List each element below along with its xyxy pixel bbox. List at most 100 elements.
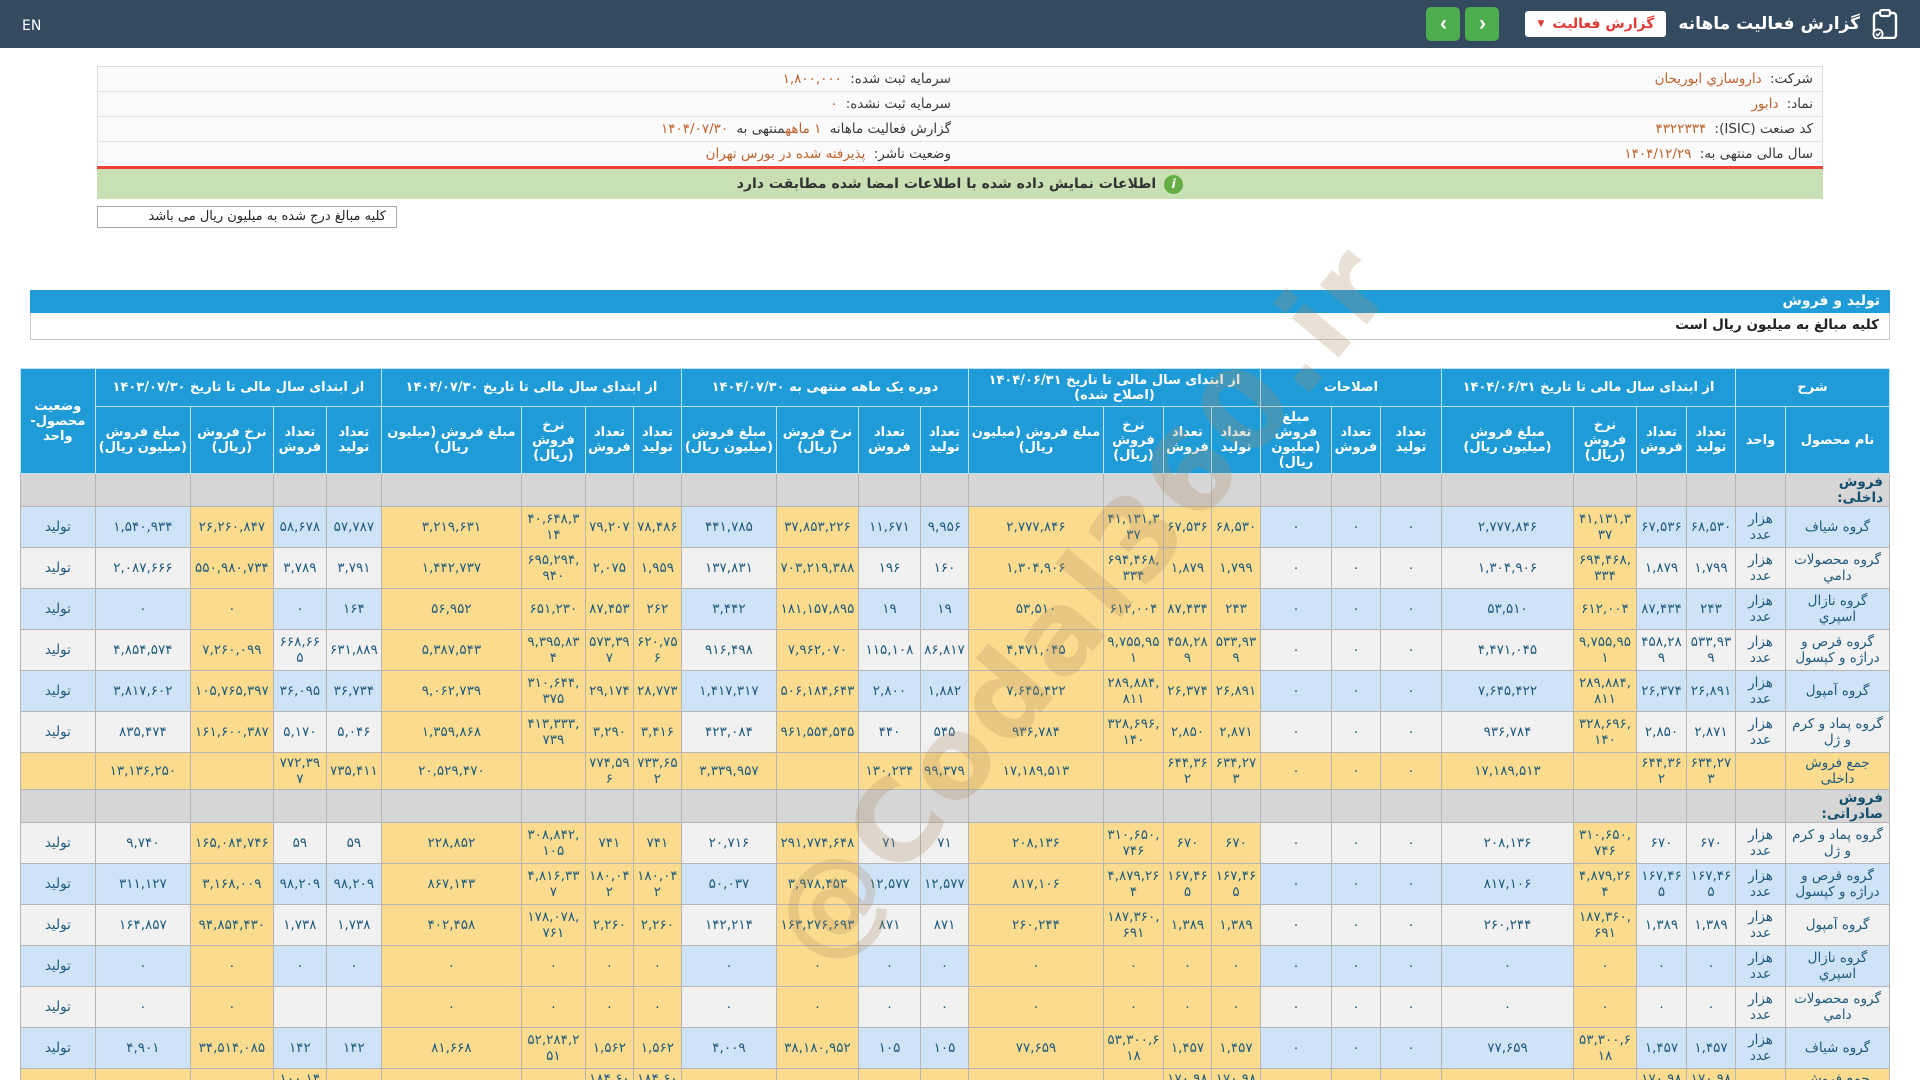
value-cell: ۱۷۰,۹۸۱	[1210, 1068, 1261, 1080]
product-name-cell: جمع فروش داخلی	[1785, 752, 1890, 790]
value-cell: ۳,۷۹۱	[325, 547, 382, 589]
status-cell: تولید	[19, 986, 96, 1028]
value-cell: ۸۱,۶۶۸	[380, 1027, 522, 1069]
value-cell: ۹۳۶,۷۸۴	[1440, 711, 1575, 753]
col-ytd-1404-07-30-m: مبلغ فروش (میلیون ریال)	[380, 406, 522, 474]
value-cell: ۰	[1102, 986, 1164, 1028]
value-cell: ۰	[1330, 752, 1381, 790]
value-cell: ۱,۷۹۹	[1686, 547, 1736, 589]
report-period-date: ۱۴۰۴/۰۷/۳۰	[661, 121, 729, 137]
listing-status-value: پذیرفته شده در بورس تهران	[705, 146, 866, 162]
section-cell	[1573, 789, 1637, 823]
value-cell: ۶۱۲,۰۰۴	[1102, 588, 1164, 630]
prev-report-button[interactable]: ‹	[1465, 7, 1500, 41]
status-cell	[19, 1068, 96, 1080]
product-row: گروه نازال اسپري هزار عدد ۲۴۳ ۸۷,۴۳۴ ۶۱۲,۰۰۴…	[19, 588, 1890, 630]
next-report-button[interactable]: ›	[1426, 7, 1461, 41]
value-cell: ۴,۸۷۹,۲۶۴	[1573, 863, 1637, 905]
section-cell	[632, 473, 682, 507]
value-cell: ۳۱۰,۶۵۰,۷۴۶	[1573, 822, 1637, 864]
value-cell: ۲,۸۷۱	[1210, 711, 1261, 753]
value-cell: ۵۳,۵۱۰	[1440, 588, 1575, 630]
section-cell	[380, 473, 522, 507]
value-cell: ۱,۳۸۹	[1210, 904, 1261, 946]
value-cell: ۸۷,۴۳۴	[1162, 588, 1212, 630]
value-cell: ۸۱۷,۱۰۶	[967, 863, 1104, 905]
unit-cell: هزار عدد	[1735, 547, 1786, 589]
company-value[interactable]: داروسازي ابوريحان	[1655, 71, 1766, 87]
value-cell: ۳,۹۷۸,۴۵۳	[775, 863, 859, 905]
value-cell: ۱۶۰	[919, 547, 969, 589]
value-cell: ۰	[1210, 986, 1261, 1028]
value-cell: ۰	[919, 945, 969, 987]
value-cell: ۲۸۹,۸۸۴,۸۱۱	[1573, 670, 1637, 712]
value-cell: ۰	[1379, 629, 1442, 671]
value-cell: ۵۹	[325, 822, 382, 864]
value-cell: ۰	[1379, 1027, 1442, 1069]
value-cell: ۲۲۸,۸۵۲	[380, 822, 522, 864]
status-cell: تولید	[19, 904, 96, 946]
value-cell	[272, 986, 327, 1028]
report-clipboard-icon	[1872, 8, 1898, 40]
product-name-cell: گروه آمپول	[1785, 904, 1890, 946]
value-cell: ۰	[584, 986, 634, 1028]
value-cell: ۰	[189, 945, 274, 987]
value-cell: ۴۴۱,۷۸۵	[680, 506, 777, 548]
fiscal-year-cell: سال مالی منتهی به: ۱۴۰۴/۱۲/۲۹	[960, 141, 1823, 168]
value-cell: ۴,۸۱۶,۳۳۷	[520, 863, 586, 905]
value-cell: ۲,۷۷۷,۸۴۶	[967, 506, 1104, 548]
value-cell: ۰	[520, 945, 586, 987]
value-cell: ۰	[1440, 986, 1575, 1028]
value-cell: ۵۳,۳۰۰,۶۱۸	[1102, 1027, 1164, 1069]
section-cell	[1636, 473, 1687, 507]
value-cell: ۱,۴۵۷	[1686, 1027, 1736, 1069]
value-cell: ۲,۸۷۱	[1686, 711, 1736, 753]
value-cell: ۰	[1379, 945, 1442, 987]
value-cell: ۶۷۰	[1686, 822, 1736, 864]
value-cell: ۰	[1259, 1068, 1332, 1080]
value-cell: ۰	[1210, 945, 1261, 987]
value-cell: ۷۷,۶۵۹	[967, 1027, 1104, 1069]
section-label: فروش داخلی:	[1785, 473, 1890, 507]
section-cell	[94, 789, 191, 823]
value-cell: ۰	[380, 945, 522, 987]
col-ytd-1404-07-30-t: تعداد تولید	[632, 406, 682, 474]
unit-cell: هزار عدد	[1735, 506, 1786, 548]
value-cell: ۰	[857, 986, 921, 1028]
value-cell: ۸۷۱	[919, 904, 969, 946]
product-name-cell: گروه پماد و کرم و ژل	[1785, 711, 1890, 753]
language-toggle[interactable]: EN	[22, 18, 41, 34]
value-cell: ۰	[1259, 506, 1332, 548]
value-cell: ۶۷,۵۳۶	[1636, 506, 1687, 548]
value-cell: ۲۶,۸۹۱	[1686, 670, 1736, 712]
value-cell: ۱۳,۱۳۶,۲۵۰	[94, 752, 191, 790]
info-row: شرکت: داروسازي ابوريحان سرمایه ثبت شده: …	[98, 67, 1823, 92]
value-cell: ۷۳۵,۴۱۱	[325, 752, 382, 790]
report-type-dropdown[interactable]: گزارش فعالیت ▼	[1525, 11, 1667, 37]
value-cell: ۳,۱۶۸,۰۰۹	[189, 863, 274, 905]
value-cell	[325, 986, 382, 1028]
section-cell	[380, 789, 522, 823]
ticker-value[interactable]: دابور	[1751, 96, 1782, 112]
value-cell: ۴۰,۶۴۸,۳۱۴	[520, 506, 586, 548]
status-cell: تولید	[19, 711, 96, 753]
value-cell: ۰	[680, 945, 777, 987]
value-cell: ۱۶۷,۴۶۵	[1686, 863, 1736, 905]
value-cell: ۰	[1259, 986, 1332, 1028]
value-cell: ۰	[1379, 904, 1442, 946]
value-cell: ۵۳,۵۱۰	[967, 588, 1104, 630]
product-row: گروه شیاف هزار عدد ۶۸,۵۳۰ ۶۷,۵۳۶ ۴۱,۱۳۱,۳۳۷ ۲…	[19, 506, 1890, 548]
value-cell: ۱۱,۶۷۱	[857, 506, 921, 548]
value-cell: ۰	[680, 986, 777, 1028]
section-cell	[967, 789, 1104, 823]
col-ytd-1404-06-31-f: تعداد فروش	[1636, 406, 1687, 474]
info-row: سال مالی منتهی به: ۱۴۰۴/۱۲/۲۹ وضعیت ناشر…	[97, 141, 1823, 168]
value-cell: ۰	[1259, 904, 1332, 946]
value-cell: ۱۸۱,۱۵۷,۸۹۵	[775, 588, 859, 630]
value-cell: ۹۱۶,۴۹۸	[680, 629, 777, 671]
value-cell: ۴۱۳,۳۳۳,۷۳۹	[520, 711, 586, 753]
value-cell: ۶۳۱,۸۸۹	[325, 629, 382, 671]
table-header: شرح از ابتدای سال مالی تا تاریخ ۱۴۰۴/۰۶/۳…	[19, 368, 1890, 474]
value-cell: ۰	[1379, 588, 1442, 630]
value-cell: ۱۳,۶۲۴	[857, 1068, 921, 1080]
